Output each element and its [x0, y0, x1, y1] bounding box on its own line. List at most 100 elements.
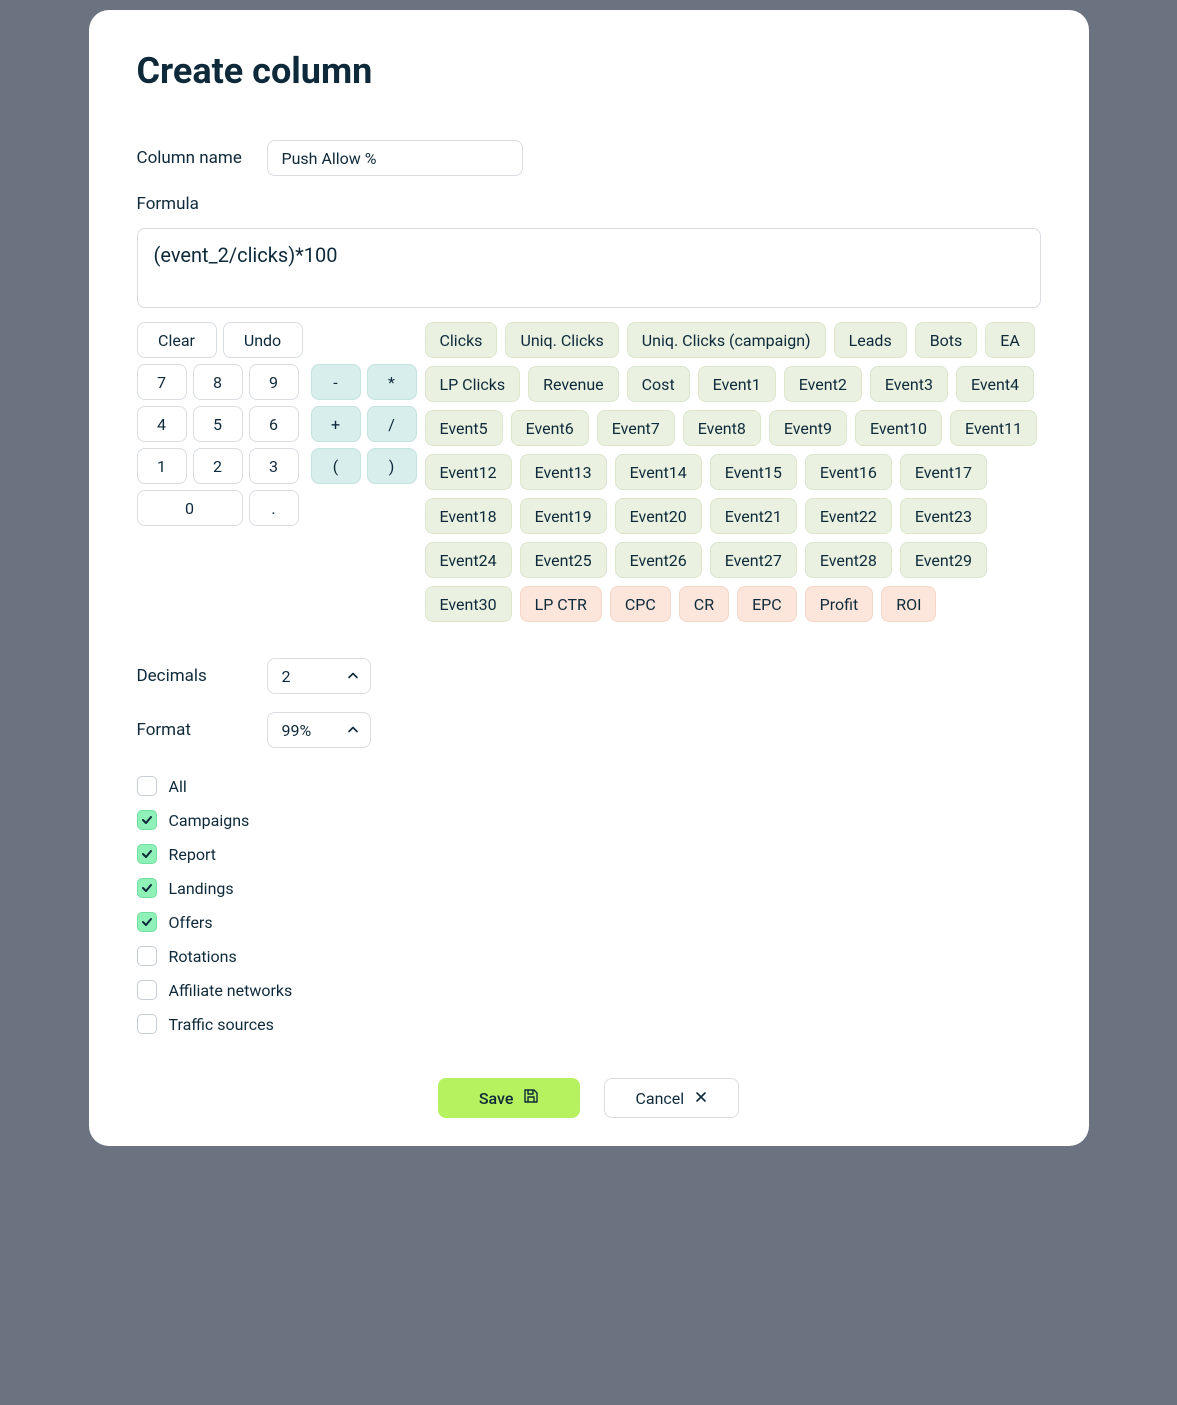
token-cpc[interactable]: CPC [610, 586, 671, 622]
close-icon [694, 1089, 708, 1108]
check-label: Traffic sources [169, 1015, 274, 1034]
checkbox[interactable] [137, 912, 157, 932]
token-event18[interactable]: Event18 [425, 498, 512, 534]
checkbox[interactable] [137, 980, 157, 1000]
format-select[interactable]: 99% [267, 712, 371, 748]
check-label: Campaigns [169, 811, 250, 830]
decimals-select[interactable]: 2 [267, 658, 371, 694]
token-event5[interactable]: Event5 [425, 410, 503, 446]
token-event30[interactable]: Event30 [425, 586, 512, 622]
token-event9[interactable]: Event9 [769, 410, 847, 446]
check-label: Landings [169, 879, 234, 898]
check-row-landings[interactable]: Landings [137, 878, 1041, 898]
save-icon [523, 1088, 539, 1108]
cancel-button[interactable]: Cancel [604, 1078, 739, 1118]
numpad-5[interactable]: 5 [193, 406, 243, 442]
token-event22[interactable]: Event22 [805, 498, 892, 534]
numpad-8[interactable]: 8 [193, 364, 243, 400]
token-event21[interactable]: Event21 [710, 498, 797, 534]
numpad-0[interactable]: 0 [137, 490, 243, 526]
formula-input[interactable]: (event_2/clicks)*100 [137, 228, 1041, 308]
op-rparen[interactable]: ) [367, 448, 417, 484]
token-event28[interactable]: Event28 [805, 542, 892, 578]
numpad-dot[interactable]: . [249, 490, 299, 526]
token-event8[interactable]: Event8 [683, 410, 761, 446]
op-multiply[interactable]: * [367, 364, 417, 400]
numpad-9[interactable]: 9 [249, 364, 299, 400]
numpad-4[interactable]: 4 [137, 406, 187, 442]
check-row-rotations[interactable]: Rotations [137, 946, 1041, 966]
token-event10[interactable]: Event10 [855, 410, 942, 446]
numpad-6[interactable]: 6 [249, 406, 299, 442]
check-row-campaigns[interactable]: Campaigns [137, 810, 1041, 830]
token-event26[interactable]: Event26 [615, 542, 702, 578]
op-minus[interactable]: - [311, 364, 361, 400]
token-lp-ctr[interactable]: LP CTR [520, 586, 602, 622]
token-revenue[interactable]: Revenue [528, 366, 619, 402]
op-divide[interactable]: / [367, 406, 417, 442]
token-lp-clicks[interactable]: LP Clicks [425, 366, 521, 402]
token-epc[interactable]: EPC [737, 586, 797, 622]
check-label: All [169, 777, 187, 796]
checkbox[interactable] [137, 810, 157, 830]
check-row-traffic-sources[interactable]: Traffic sources [137, 1014, 1041, 1034]
check-row-all[interactable]: All [137, 776, 1041, 796]
save-button[interactable]: Save [438, 1078, 581, 1118]
token-event15[interactable]: Event15 [710, 454, 797, 490]
numpad-3[interactable]: 3 [249, 448, 299, 484]
numpad-1[interactable]: 1 [137, 448, 187, 484]
check-row-offers[interactable]: Offers [137, 912, 1041, 932]
checkbox[interactable] [137, 844, 157, 864]
token-profit[interactable]: Profit [805, 586, 874, 622]
checkbox[interactable] [137, 878, 157, 898]
token-event25[interactable]: Event25 [520, 542, 607, 578]
token-roi[interactable]: ROI [881, 586, 936, 622]
token-event7[interactable]: Event7 [597, 410, 675, 446]
token-event6[interactable]: Event6 [511, 410, 589, 446]
clear-button[interactable]: Clear [137, 322, 217, 358]
token-bots[interactable]: Bots [915, 322, 978, 358]
checkbox[interactable] [137, 1014, 157, 1034]
check-row-report[interactable]: Report [137, 844, 1041, 864]
check-label: Report [169, 845, 217, 864]
formula-builder: Clear Undo 7894561230. -*+/() ClicksUniq… [137, 322, 1041, 622]
token-cost[interactable]: Cost [627, 366, 690, 402]
token-event20[interactable]: Event20 [615, 498, 702, 534]
token-event17[interactable]: Event17 [900, 454, 987, 490]
token-event3[interactable]: Event3 [870, 366, 948, 402]
token-event24[interactable]: Event24 [425, 542, 512, 578]
token-event29[interactable]: Event29 [900, 542, 987, 578]
column-name-input[interactable] [267, 140, 523, 176]
numpad-2[interactable]: 2 [193, 448, 243, 484]
token-event27[interactable]: Event27 [710, 542, 797, 578]
token-event14[interactable]: Event14 [615, 454, 702, 490]
undo-button[interactable]: Undo [223, 322, 303, 358]
token-uniq-clicks-campaign-[interactable]: Uniq. Clicks (campaign) [627, 322, 826, 358]
decimals-value: 2 [282, 667, 291, 686]
token-event19[interactable]: Event19 [520, 498, 607, 534]
numpad-7[interactable]: 7 [137, 364, 187, 400]
decimals-label: Decimals [137, 666, 267, 686]
token-event13[interactable]: Event13 [520, 454, 607, 490]
token-ea[interactable]: EA [985, 322, 1035, 358]
op-plus[interactable]: + [311, 406, 361, 442]
modal-title: Create column [137, 50, 1041, 92]
checkbox[interactable] [137, 946, 157, 966]
check-row-affiliate-networks[interactable]: Affiliate networks [137, 980, 1041, 1000]
token-uniq-clicks[interactable]: Uniq. Clicks [505, 322, 618, 358]
token-clicks[interactable]: Clicks [425, 322, 498, 358]
token-event1[interactable]: Event1 [698, 366, 776, 402]
token-event16[interactable]: Event16 [805, 454, 892, 490]
token-event4[interactable]: Event4 [956, 366, 1034, 402]
op-lparen[interactable]: ( [311, 448, 361, 484]
column-name-row: Column name [137, 140, 1041, 176]
token-cr[interactable]: CR [679, 586, 729, 622]
token-event12[interactable]: Event12 [425, 454, 512, 490]
token-event23[interactable]: Event23 [900, 498, 987, 534]
token-event11[interactable]: Event11 [950, 410, 1037, 446]
check-label: Affiliate networks [169, 981, 293, 1000]
cancel-label: Cancel [635, 1089, 684, 1108]
token-leads[interactable]: Leads [834, 322, 907, 358]
token-event2[interactable]: Event2 [784, 366, 862, 402]
checkbox[interactable] [137, 776, 157, 796]
